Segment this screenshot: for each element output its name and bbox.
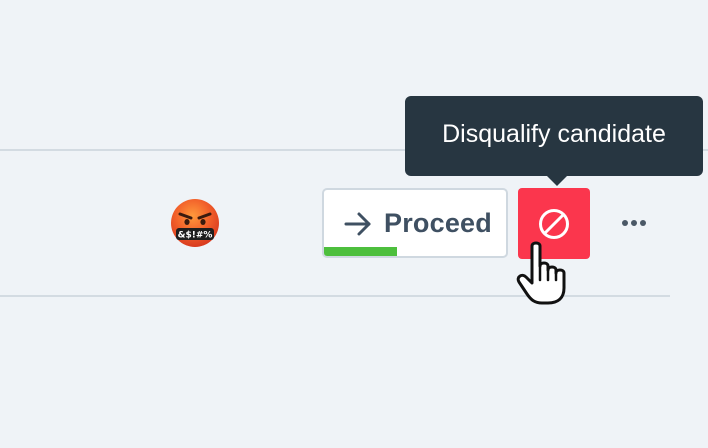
proceed-button-label: Proceed bbox=[384, 208, 492, 238]
disqualify-tooltip: Disqualify candidate bbox=[405, 96, 703, 186]
prohibited-icon bbox=[539, 209, 569, 239]
more-horizontal-icon[interactable] bbox=[616, 210, 652, 236]
tooltip-text: Disqualify candidate bbox=[442, 120, 666, 148]
row-bottom-divider bbox=[0, 295, 670, 297]
proceed-progress-fill bbox=[324, 247, 397, 256]
proceed-progress-bar bbox=[324, 247, 506, 256]
arrow-right-icon bbox=[344, 212, 371, 236]
proceed-button[interactable]: Proceed bbox=[322, 188, 508, 258]
disqualify-button[interactable] bbox=[518, 188, 590, 259]
svg-text:&$!#%: &$!#% bbox=[178, 231, 213, 241]
tooltip-caret bbox=[547, 176, 567, 186]
angry-face-with-symbols-emoji: &$!#% bbox=[171, 199, 219, 247]
